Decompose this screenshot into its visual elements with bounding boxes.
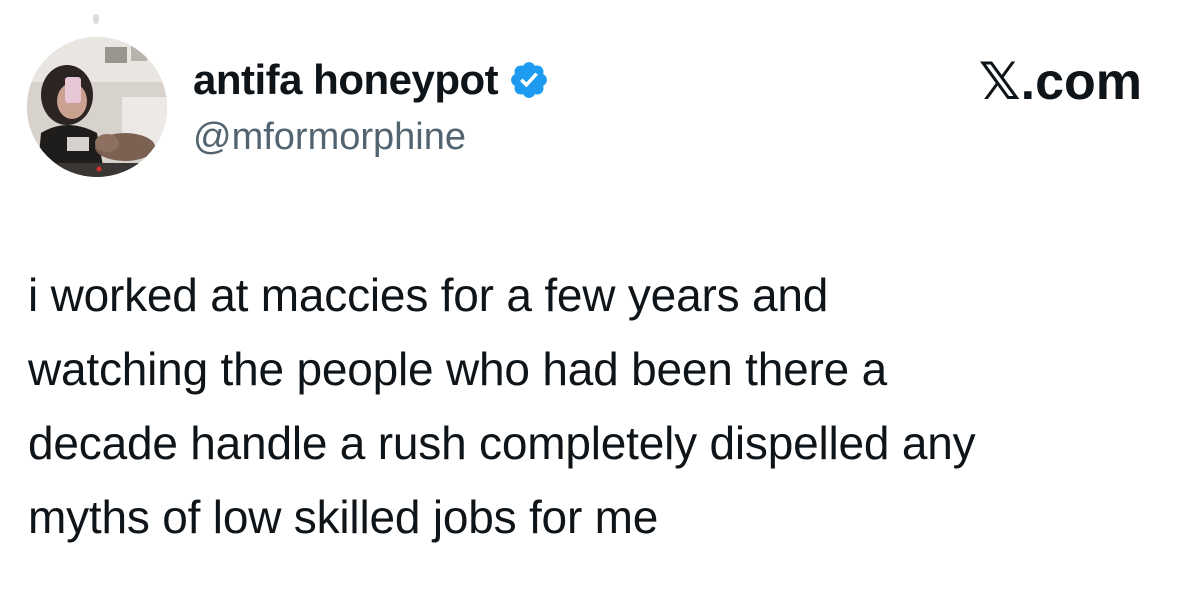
tweet-line: decade handle a rush completely dispelle…: [28, 417, 976, 469]
x-logo-icon: 𝕏: [978, 52, 1021, 112]
profile-photo-icon: [27, 37, 167, 177]
x-com-logo: 𝕏.com: [979, 52, 1142, 112]
tweet-line: myths of low skilled jobs for me: [28, 491, 659, 543]
avatar[interactable]: [27, 37, 167, 177]
site-label: .com: [1020, 53, 1142, 111]
author-block[interactable]: antifa honeypot @mformorphine: [193, 54, 550, 162]
tweet-text: i worked at maccies for a few years and …: [28, 258, 1178, 554]
tweet-line: i worked at maccies for a few years and: [28, 269, 829, 321]
verified-badge-icon: [508, 59, 550, 101]
tweet-line: watching the people who had been there a: [28, 343, 887, 395]
display-name[interactable]: antifa honeypot: [193, 54, 499, 106]
display-name-row: antifa honeypot: [193, 54, 550, 106]
user-handle[interactable]: @mformorphine: [193, 112, 550, 162]
scroll-indicator: [93, 14, 99, 24]
tweet-card: antifa honeypot @mformorphine 𝕏.com i wo…: [0, 0, 1200, 604]
